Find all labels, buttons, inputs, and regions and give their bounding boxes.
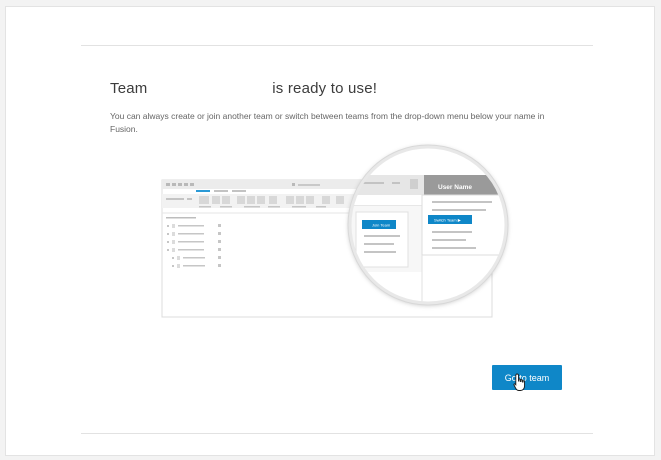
bottom-divider bbox=[81, 433, 593, 434]
go-to-team-button[interactable]: Go to team bbox=[492, 365, 562, 390]
user-name-label: User Name bbox=[438, 184, 472, 191]
dialog-panel: Team is ready to use! You can always cre… bbox=[5, 6, 655, 456]
hand-cursor-icon bbox=[513, 373, 525, 391]
switch-team-label: Switch Team ▶ bbox=[434, 218, 462, 223]
join-team-label: Join Team bbox=[372, 223, 391, 228]
